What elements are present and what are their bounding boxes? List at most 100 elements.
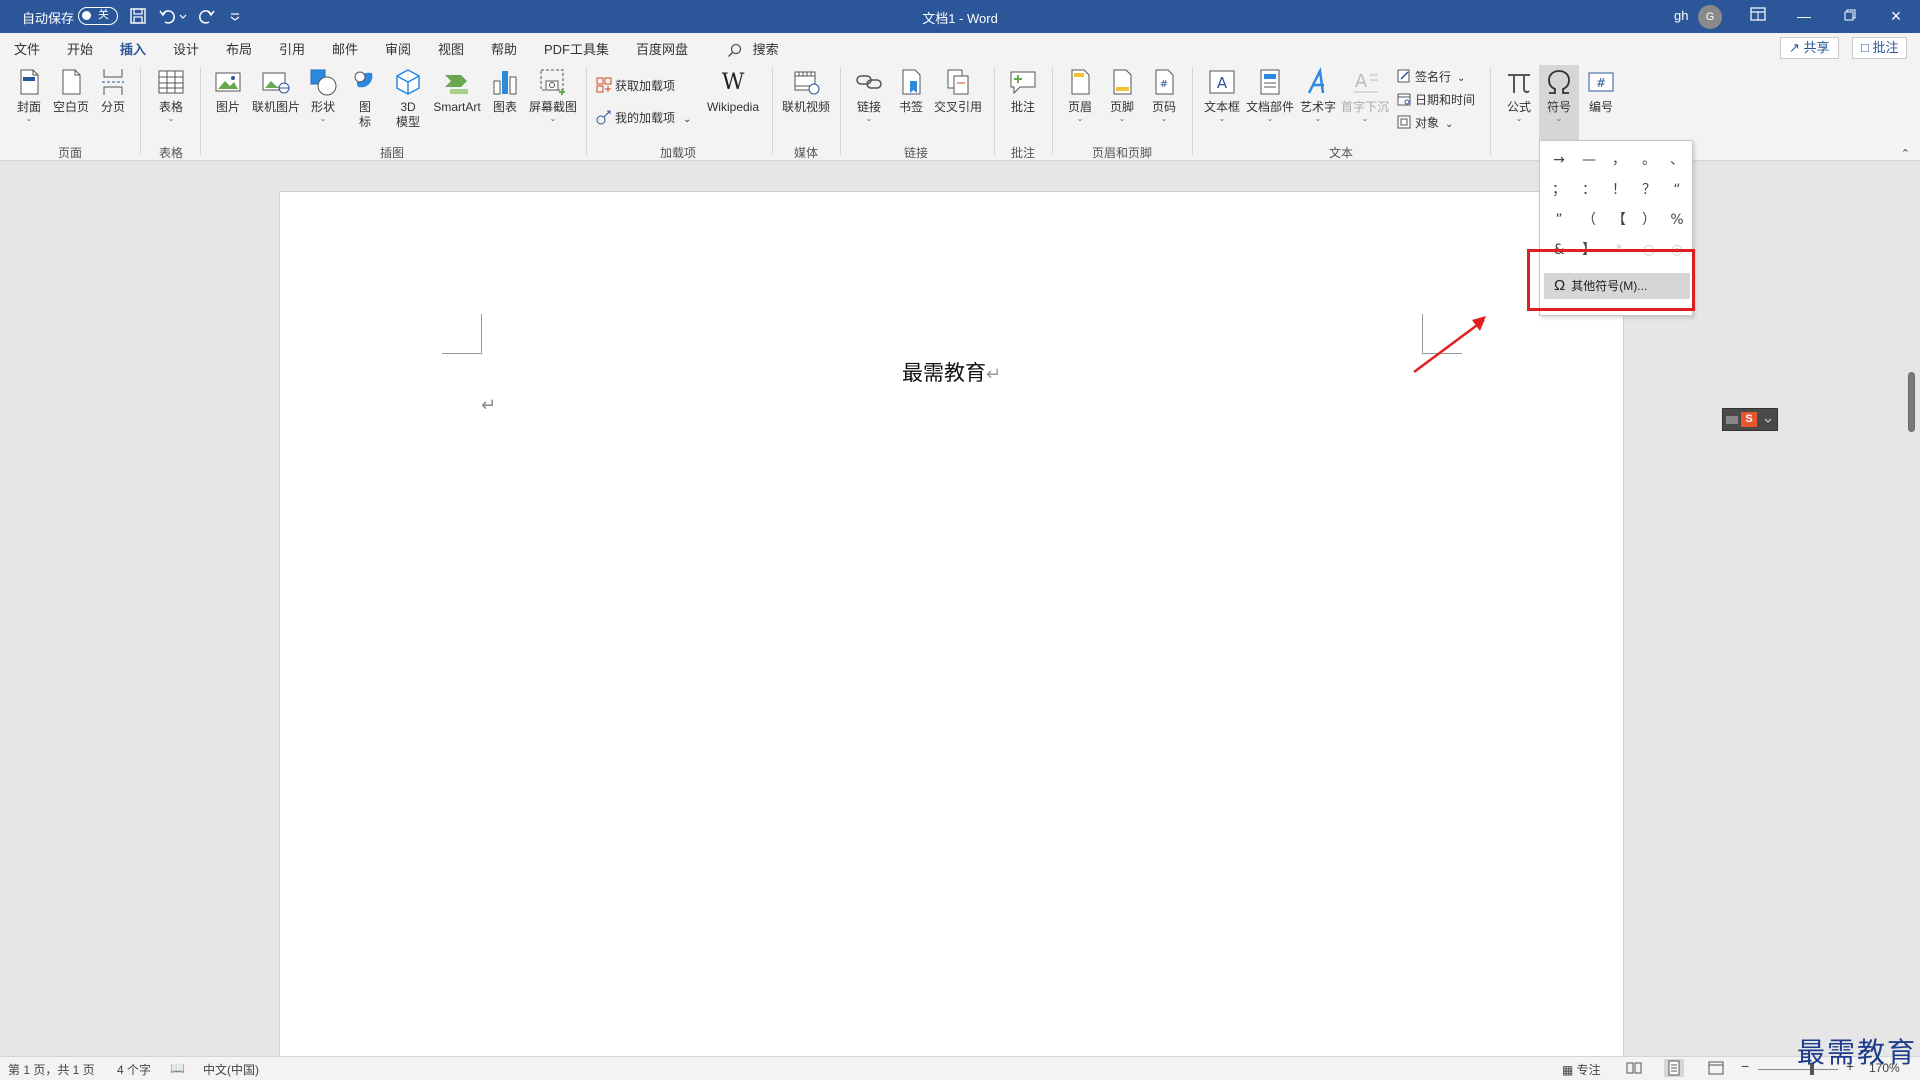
smartart-button[interactable]: SmartArt — [430, 67, 484, 115]
tab-view[interactable]: 视图 — [438, 39, 464, 58]
symbol-cell[interactable]: ” — [1544, 205, 1574, 235]
object-button[interactable]: 对象 ⌄ — [1396, 114, 1453, 132]
equation-button[interactable]: 公式 ⌄ — [1502, 67, 1536, 123]
symbol-cell[interactable]: — — [1574, 145, 1604, 175]
cover-page-button[interactable]: 封面 ⌄ — [12, 67, 46, 123]
wikipedia-button[interactable]: W Wikipedia — [700, 67, 766, 115]
customize-toolbar-icon[interactable] — [228, 6, 242, 26]
pictures-button[interactable]: 图片 — [210, 67, 246, 115]
comments-button[interactable]: □ 批注 — [1852, 37, 1908, 59]
symbol-cell[interactable]: ； — [1544, 175, 1574, 205]
web-layout-icon[interactable] — [1708, 1061, 1724, 1075]
ribbon-display-options-icon[interactable] — [1735, 0, 1781, 33]
page-number-label: 页码 — [1151, 100, 1176, 114]
minimize-button[interactable]: — — [1781, 0, 1827, 33]
symbol-button[interactable]: 符号 ⌄ — [1539, 65, 1579, 141]
online-picture-icon — [262, 72, 290, 94]
paragraph-mark: ↵ — [985, 364, 1002, 385]
save-icon[interactable] — [128, 6, 148, 26]
title-bar: 自动保存 关 文档1 - Word gh G — × — [0, 0, 1920, 33]
cross-reference-button[interactable]: 交叉引用 — [932, 67, 984, 115]
autosave-toggle[interactable]: 关 — [78, 7, 118, 25]
shapes-icon — [310, 69, 337, 96]
number-button[interactable]: # 编号 — [1584, 67, 1618, 115]
tab-references[interactable]: 引用 — [279, 39, 305, 58]
date-time-button[interactable]: 日期和时间 — [1396, 91, 1475, 109]
symbol-cell[interactable]: 、 — [1662, 145, 1692, 175]
scrollbar-thumb[interactable] — [1908, 372, 1915, 432]
screenshot-label: 屏幕截图 — [528, 100, 577, 114]
bookmark-button[interactable]: 书签 — [894, 67, 928, 115]
symbol-cell[interactable]: 。 — [1634, 145, 1664, 175]
symbol-cell[interactable]: % — [1662, 205, 1692, 235]
page-number-button[interactable]: # 页码 ⌄ — [1147, 67, 1181, 123]
quick-parts-button[interactable]: 文档部件 ⌄ — [1244, 67, 1296, 123]
tab-design[interactable]: 设计 — [173, 39, 199, 58]
footer-button[interactable]: 页脚 ⌄ — [1105, 67, 1139, 123]
ime-toolbar[interactable]: S — [1722, 408, 1778, 431]
user-name[interactable]: gh — [1674, 8, 1688, 23]
wikipedia-icon: W — [722, 70, 745, 95]
annotation-arrow — [1413, 316, 1486, 374]
new-comment-button[interactable]: 批注 — [1006, 67, 1040, 115]
page-break-button[interactable]: 分页 — [96, 67, 130, 115]
symbol-cell[interactable]: ： — [1574, 175, 1604, 205]
wordart-button[interactable]: 艺术字 ⌄ — [1298, 67, 1338, 123]
3d-models-button[interactable]: 3D 模型 — [390, 67, 426, 130]
link-button[interactable]: 链接 ⌄ — [852, 67, 886, 123]
word-count[interactable]: 4 个字 — [117, 1061, 151, 1078]
redo-icon[interactable] — [196, 6, 216, 26]
collapse-ribbon-icon[interactable]: ⌃ — [1901, 147, 1910, 160]
symbol-cell[interactable]: “ — [1662, 175, 1692, 205]
table-button[interactable]: 表格 ⌄ — [152, 67, 190, 123]
tab-home[interactable]: 开始 — [67, 39, 93, 58]
symbol-cell[interactable]: ） — [1634, 205, 1664, 235]
language-status[interactable]: 中文(中国) — [203, 1061, 259, 1078]
shapes-button[interactable]: 形状 ⌄ — [306, 67, 340, 123]
share-button[interactable]: ↗ 共享 — [1780, 37, 1839, 59]
page-count[interactable]: 第 1 页，共 1 页 — [8, 1061, 95, 1078]
symbol-cell[interactable]: 【 — [1604, 205, 1634, 235]
read-mode-icon[interactable] — [1626, 1061, 1642, 1075]
undo-dropdown-icon[interactable] — [178, 6, 188, 26]
tab-mailings[interactable]: 邮件 — [332, 39, 358, 58]
undo-icon[interactable] — [158, 6, 178, 26]
tab-insert[interactable]: 插入 — [120, 39, 147, 64]
drop-cap-button[interactable]: A 首字下沉 ⌄ — [1340, 67, 1390, 123]
blank-page-button[interactable]: 空白页 — [52, 67, 90, 115]
proofing-icon[interactable]: 📖 — [170, 1061, 185, 1075]
get-addins-button[interactable]: 获取加载项 — [596, 77, 675, 95]
close-button[interactable]: × — [1873, 0, 1919, 33]
print-layout-icon[interactable] — [1664, 1059, 1684, 1077]
icons-icon — [354, 71, 373, 88]
zoom-out-button[interactable]: − — [1741, 1058, 1749, 1074]
symbol-cell[interactable]: ， — [1604, 145, 1634, 175]
tab-review[interactable]: 审阅 — [385, 39, 411, 58]
blank-page-label: 空白页 — [52, 100, 89, 114]
symbol-cell[interactable]: → — [1544, 145, 1574, 175]
header-button[interactable]: 页眉 ⌄ — [1063, 67, 1097, 123]
my-addins-button[interactable]: 我的加载项 ⌄ — [596, 109, 691, 127]
symbol-cell[interactable]: ！ — [1604, 175, 1634, 205]
textbox-button[interactable]: A 文本框 ⌄ — [1202, 67, 1242, 123]
signature-line-button[interactable]: 签名行 ⌄ — [1396, 68, 1465, 86]
online-video-button[interactable]: 联机视频 — [780, 67, 832, 115]
avatar[interactable]: G — [1698, 5, 1722, 29]
vertical-scrollbar[interactable] — [1906, 161, 1920, 1056]
chart-button[interactable]: 图表 — [488, 67, 522, 115]
tab-pdf-tools[interactable]: PDF工具集 — [544, 39, 609, 58]
tab-file[interactable]: 文件 — [14, 39, 40, 58]
tab-help[interactable]: 帮助 — [491, 39, 517, 58]
symbol-cell[interactable]: （ — [1574, 205, 1604, 235]
empty-paragraph-mark[interactable]: ↵ — [481, 395, 496, 416]
tell-me-search[interactable]: 搜索 — [727, 39, 779, 59]
tab-baidu-netdisk[interactable]: 百度网盘 — [636, 39, 688, 58]
tab-layout[interactable]: 布局 — [226, 39, 252, 58]
new-comment-label: 批注 — [1010, 100, 1035, 114]
symbol-cell[interactable]: ？ — [1634, 175, 1664, 205]
restore-button[interactable] — [1827, 0, 1873, 33]
online-pictures-button[interactable]: 联机图片 — [250, 67, 302, 115]
screenshot-button[interactable]: 屏幕截图 ⌄ — [526, 67, 580, 123]
icons-button[interactable]: 图标 — [348, 67, 382, 130]
focus-mode-button[interactable]: ▦ 专注 — [1562, 1061, 1601, 1078]
